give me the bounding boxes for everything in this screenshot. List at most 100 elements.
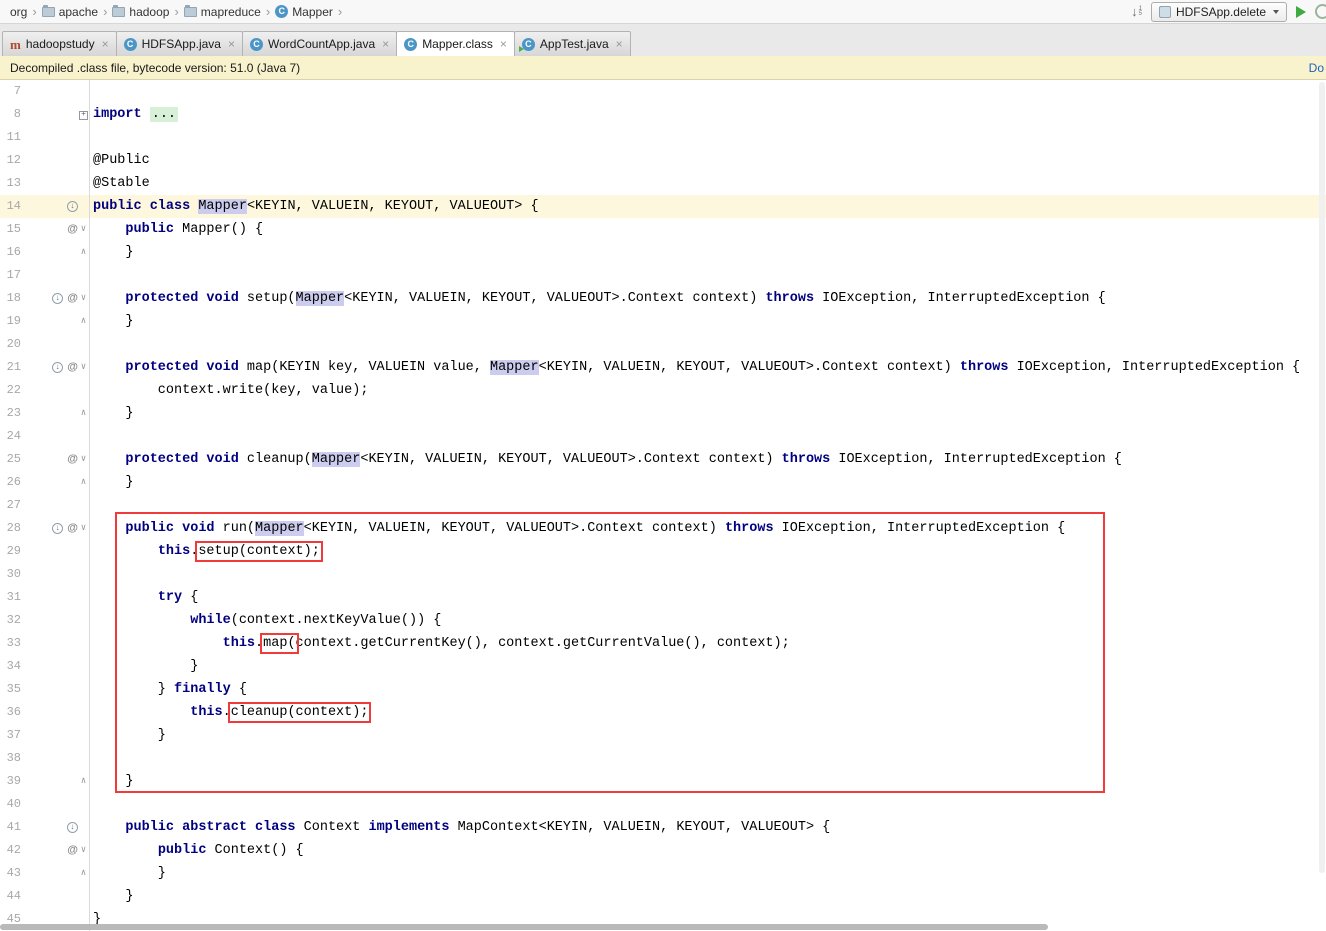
banner-link[interactable]: Do <box>1309 61 1324 75</box>
close-icon[interactable]: × <box>228 37 235 51</box>
code-line-33[interactable]: this.map(context.getCurrentKey(), contex… <box>89 632 1326 655</box>
code-editor[interactable]: 78+import ...1112@Public13@Stable14↓publ… <box>0 80 1326 931</box>
code-line-35[interactable]: } finally { <box>89 678 1326 701</box>
gutter-icons <box>26 379 78 402</box>
code-line-31[interactable]: try { <box>89 586 1326 609</box>
fold-collapse-icon[interactable]: ∧ <box>78 471 89 494</box>
gutter-icons <box>26 471 78 494</box>
overridden-marker-icon[interactable]: ↓ <box>67 201 78 212</box>
code-line-16[interactable]: } <box>89 241 1326 264</box>
code-line-7[interactable] <box>89 80 1326 103</box>
code-line-36[interactable]: this.cleanup(context); <box>89 701 1326 724</box>
gutter-icons <box>26 149 78 172</box>
code-line-26[interactable]: } <box>89 471 1326 494</box>
fold-collapse-icon[interactable]: ∧ <box>78 770 89 793</box>
code-text <box>93 452 125 467</box>
code-line-32[interactable]: while(context.nextKeyValue()) { <box>89 609 1326 632</box>
code-line-30[interactable] <box>89 563 1326 586</box>
breadcrumb-item-apache[interactable]: apache <box>40 4 100 20</box>
annotation-marker-icon: @ <box>67 523 78 534</box>
code-line-43[interactable]: } <box>89 862 1326 885</box>
fold-collapse-icon[interactable]: ∨ <box>78 356 89 379</box>
run-config-select[interactable]: HDFSApp.delete <box>1151 2 1287 22</box>
code-line-38[interactable] <box>89 747 1326 770</box>
tab-hdfsapp-java[interactable]: CHDFSApp.java× <box>116 31 243 56</box>
close-icon[interactable]: × <box>102 37 109 51</box>
code-line-29[interactable]: this.setup(context); <box>89 540 1326 563</box>
breadcrumb-item-mapper[interactable]: CMapper <box>273 4 335 20</box>
vertical-scrollbar-thumb[interactable] <box>1319 82 1325 873</box>
code-line-40[interactable] <box>89 793 1326 816</box>
code-line-42[interactable]: public Context() { <box>89 839 1326 862</box>
close-icon[interactable]: × <box>500 37 507 51</box>
code-line-12[interactable]: @Public <box>89 149 1326 172</box>
code-line-34[interactable]: } <box>89 655 1326 678</box>
line-number: 16 <box>0 241 26 264</box>
horizontal-scrollbar-thumb[interactable] <box>0 924 1048 930</box>
close-icon[interactable]: × <box>382 37 389 51</box>
overridden-marker-icon[interactable]: ↓ <box>52 523 63 534</box>
down-arrow-icon[interactable]: ↓15 <box>1131 4 1142 19</box>
editor-line: 29 this.setup(context); <box>0 540 1326 563</box>
fold-expand-icon[interactable]: + <box>79 111 88 120</box>
close-icon[interactable]: × <box>616 37 623 51</box>
editor-line: 22 context.write(key, value); <box>0 379 1326 402</box>
code-line-11[interactable] <box>89 126 1326 149</box>
code-line-14[interactable]: public class Mapper<KEYIN, VALUEIN, KEYO… <box>89 195 1326 218</box>
fold-collapse-icon[interactable]: ∨ <box>78 839 89 862</box>
tab-hadoopstudy[interactable]: mhadoopstudy× <box>2 31 117 56</box>
highlighted-identifier: Mapper <box>296 291 345 306</box>
code-line-25[interactable]: protected void cleanup(Mapper<KEYIN, VAL… <box>89 448 1326 471</box>
partial-circle-icon[interactable] <box>1315 4 1326 19</box>
code-text: <KEYIN, VALUEIN, KEYOUT, VALUEOUT>.Conte… <box>360 452 781 467</box>
code-line-13[interactable]: @Stable <box>89 172 1326 195</box>
code-line-27[interactable] <box>89 494 1326 517</box>
editor-line: 17 <box>0 264 1326 287</box>
fold-collapse-icon[interactable]: ∧ <box>78 310 89 333</box>
code-line-44[interactable]: } <box>89 885 1326 908</box>
tab-wordcountapp-java[interactable]: CWordCountApp.java× <box>242 31 397 56</box>
fold-collapse-icon[interactable]: ∨ <box>78 287 89 310</box>
code-line-28[interactable]: public void run(Mapper<KEYIN, VALUEIN, K… <box>89 517 1326 540</box>
folder-icon <box>184 7 197 17</box>
code-line-22[interactable]: context.write(key, value); <box>89 379 1326 402</box>
overridden-marker-icon[interactable]: ↓ <box>52 362 63 373</box>
editor-line: 38 <box>0 747 1326 770</box>
gutter-icons: ↓@ <box>26 517 78 540</box>
code-text: IOException, InterruptedException { <box>1008 360 1300 375</box>
tab-apptest-java[interactable]: CAppTest.java× <box>514 31 631 56</box>
line-number: 28 <box>0 517 26 540</box>
code-line-37[interactable]: } <box>89 724 1326 747</box>
vertical-scrollbar[interactable] <box>1318 80 1326 931</box>
tab-mapper-class[interactable]: CMapper.class× <box>396 31 515 56</box>
code-line-18[interactable]: protected void setup(Mapper<KEYIN, VALUE… <box>89 287 1326 310</box>
fold-column <box>78 172 89 195</box>
run-button[interactable] <box>1296 6 1306 18</box>
code-line-41[interactable]: public abstract class Context implements… <box>89 816 1326 839</box>
code-line-15[interactable]: public Mapper() { <box>89 218 1326 241</box>
gutter-icons <box>26 701 78 724</box>
code-line-19[interactable]: } <box>89 310 1326 333</box>
keyword: protected void <box>125 291 238 306</box>
fold-collapse-icon[interactable]: ∧ <box>78 241 89 264</box>
run-toolbar: ↓15 HDFSApp.delete <box>1131 2 1322 22</box>
fold-collapse-icon[interactable]: ∨ <box>78 218 89 241</box>
breadcrumb-item-org[interactable]: org <box>8 4 29 20</box>
code-line-39[interactable]: } <box>89 770 1326 793</box>
code-line-23[interactable]: } <box>89 402 1326 425</box>
code-line-24[interactable] <box>89 425 1326 448</box>
code-text: cleanup( <box>239 452 312 467</box>
code-line-20[interactable] <box>89 333 1326 356</box>
fold-collapse-icon[interactable]: ∨ <box>78 517 89 540</box>
breadcrumb-item-mapreduce[interactable]: mapreduce <box>182 4 263 20</box>
overridden-marker-icon[interactable]: ↓ <box>52 293 63 304</box>
fold-column <box>78 264 89 287</box>
overridden-marker-icon[interactable]: ↓ <box>67 822 78 833</box>
fold-collapse-icon[interactable]: ∨ <box>78 448 89 471</box>
breadcrumb-item-hadoop[interactable]: hadoop <box>110 4 171 20</box>
code-line-17[interactable] <box>89 264 1326 287</box>
code-line-8[interactable]: import ... <box>89 103 1326 126</box>
fold-collapse-icon[interactable]: ∧ <box>78 862 89 885</box>
fold-collapse-icon[interactable]: ∧ <box>78 402 89 425</box>
code-line-21[interactable]: protected void map(KEYIN key, VALUEIN va… <box>89 356 1326 379</box>
